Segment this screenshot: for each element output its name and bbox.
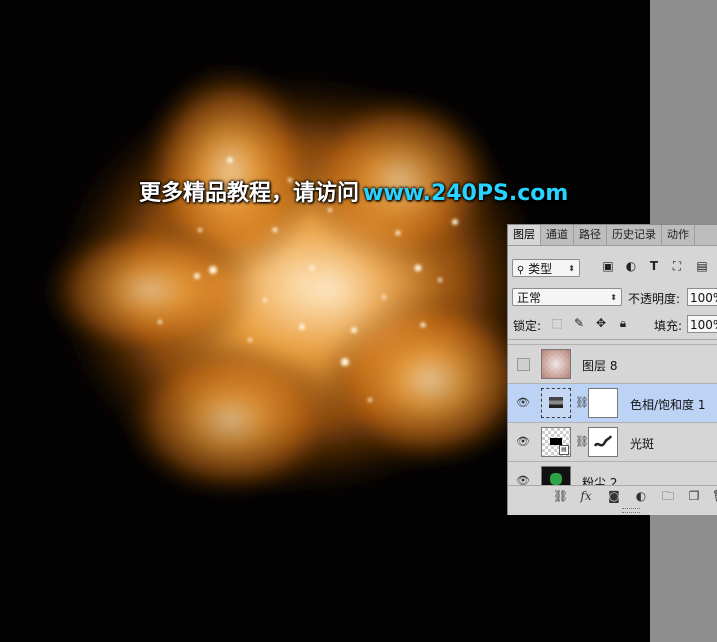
layer-thumbnail (541, 339, 571, 340)
filter-type-value: 类型 (528, 262, 553, 276)
tab-actions[interactable]: 动作 (662, 225, 695, 245)
layer-row[interactable]: 👁︎ ▤ ⛓︎ 光斑 (508, 423, 717, 462)
visibility-off-box[interactable] (517, 358, 530, 371)
eye-icon[interactable]: 👁︎ (516, 396, 530, 410)
lock-position-icon[interactable]: ✥ (594, 316, 608, 330)
fill-field[interactable]: 100% (687, 315, 717, 333)
add-mask-icon[interactable]: ◙ (607, 489, 621, 503)
layer-row[interactable]: 图层 8 (508, 345, 717, 384)
blend-row: 正常 ⬍ 不透明度: 100% (508, 286, 717, 308)
panel-resize-grip[interactable] (622, 508, 640, 513)
layers-bottom-bar: ⛓︎ fx ◙ ◐ 🗀︎ ❐ 🗑︎ (508, 485, 717, 508)
adjustment-layer-icon[interactable]: ◐ (634, 489, 648, 503)
layer-mask-thumbnail (588, 388, 618, 418)
group-folder-icon[interactable]: 🗀︎ (661, 489, 675, 503)
filter-row: ⚲ 类型 ⬍ ▣ ◐ T ⛶ ▤ (508, 257, 717, 279)
layer-row-selected[interactable]: 👁︎ ⛓︎ 色相/饱和度 1 (508, 384, 717, 423)
lock-all-icon[interactable]: 🔒︎ (616, 316, 630, 330)
tab-channels[interactable]: 通道 (541, 225, 574, 245)
layer-name: 光斑 (630, 437, 655, 451)
smart-object-icon: ▤ (559, 445, 569, 455)
panel-tabs: 图层 通道 路径 历史记录 动作 (508, 225, 717, 246)
layer-name: 图层 8 (582, 359, 618, 373)
lock-row: 锁定: ⬚ ✎ ✥ 🔒︎ 填充: 100% (508, 314, 717, 336)
watermark-text: 更多精品教程，请访问 www.240PS.com (139, 175, 568, 207)
tab-layers[interactable]: 图层 (508, 225, 541, 245)
layer-name: 色相/饱和度 1 (630, 398, 706, 412)
layers-list[interactable]: 图层 8 👁︎ ⛓︎ 色相/饱和度 1 👁︎ ▤ ⛓︎ 光斑 👁︎ 粉尘 2 (508, 339, 717, 486)
watermark-url: www.240PS.com (363, 181, 569, 206)
blend-mode-select[interactable]: 正常 ⬍ (512, 288, 622, 306)
link-chain-icon[interactable]: ⛓︎ (575, 435, 589, 449)
filter-type-select[interactable]: ⚲ 类型 ⬍ (512, 259, 580, 277)
lock-label: 锁定: (513, 319, 542, 333)
opacity-field[interactable]: 100% (687, 288, 717, 306)
blend-mode-value: 正常 (517, 291, 542, 305)
link-layers-icon[interactable]: ⛓︎ (553, 489, 568, 503)
updown-arrow-icon: ⬍ (610, 293, 617, 302)
tab-history[interactable]: 历史记录 (607, 225, 662, 245)
eye-icon[interactable]: 👁︎ (516, 435, 530, 449)
image-filter-icon[interactable]: ▣ (601, 259, 615, 273)
fx-icon[interactable]: fx (579, 489, 593, 503)
shape-filter-icon[interactable]: ⛶ (670, 259, 684, 273)
fill-label: 填充: (654, 319, 683, 333)
new-layer-icon[interactable]: ❐ (687, 489, 701, 503)
watermark-chinese: 更多精品教程，请访问 (139, 181, 360, 206)
search-icon: ⚲ (517, 265, 525, 276)
lock-transparent-icon[interactable]: ⬚ (550, 316, 564, 330)
layers-panel: 图层 通道 路径 历史记录 动作 ⚲ 类型 ⬍ ▣ ◐ T ⛶ ▤ 正常 ⬍ 不… (507, 224, 717, 515)
layer-mask-thumbnail (588, 427, 618, 457)
smart-object-filter-icon[interactable]: ▤ (695, 259, 709, 273)
adjustment-filter-icon[interactable]: ◐ (624, 259, 638, 273)
trash-icon[interactable]: 🗑︎ (712, 489, 717, 503)
link-chain-icon[interactable]: ⛓︎ (575, 396, 589, 410)
updown-arrow-icon: ⬍ (568, 264, 575, 273)
layer-thumbnail (541, 349, 571, 379)
type-filter-icon[interactable]: T (647, 259, 661, 273)
lock-paint-icon[interactable]: ✎ (572, 316, 586, 330)
opacity-label: 不透明度: (628, 292, 681, 306)
tab-paths[interactable]: 路径 (574, 225, 607, 245)
adjustment-thumbnail (541, 388, 571, 418)
layer-row-partial[interactable]: 👁︎ 粉尘 2 (508, 462, 717, 486)
layer-thumbnail (541, 466, 571, 486)
layer-thumbnail: ▤ (541, 427, 571, 457)
